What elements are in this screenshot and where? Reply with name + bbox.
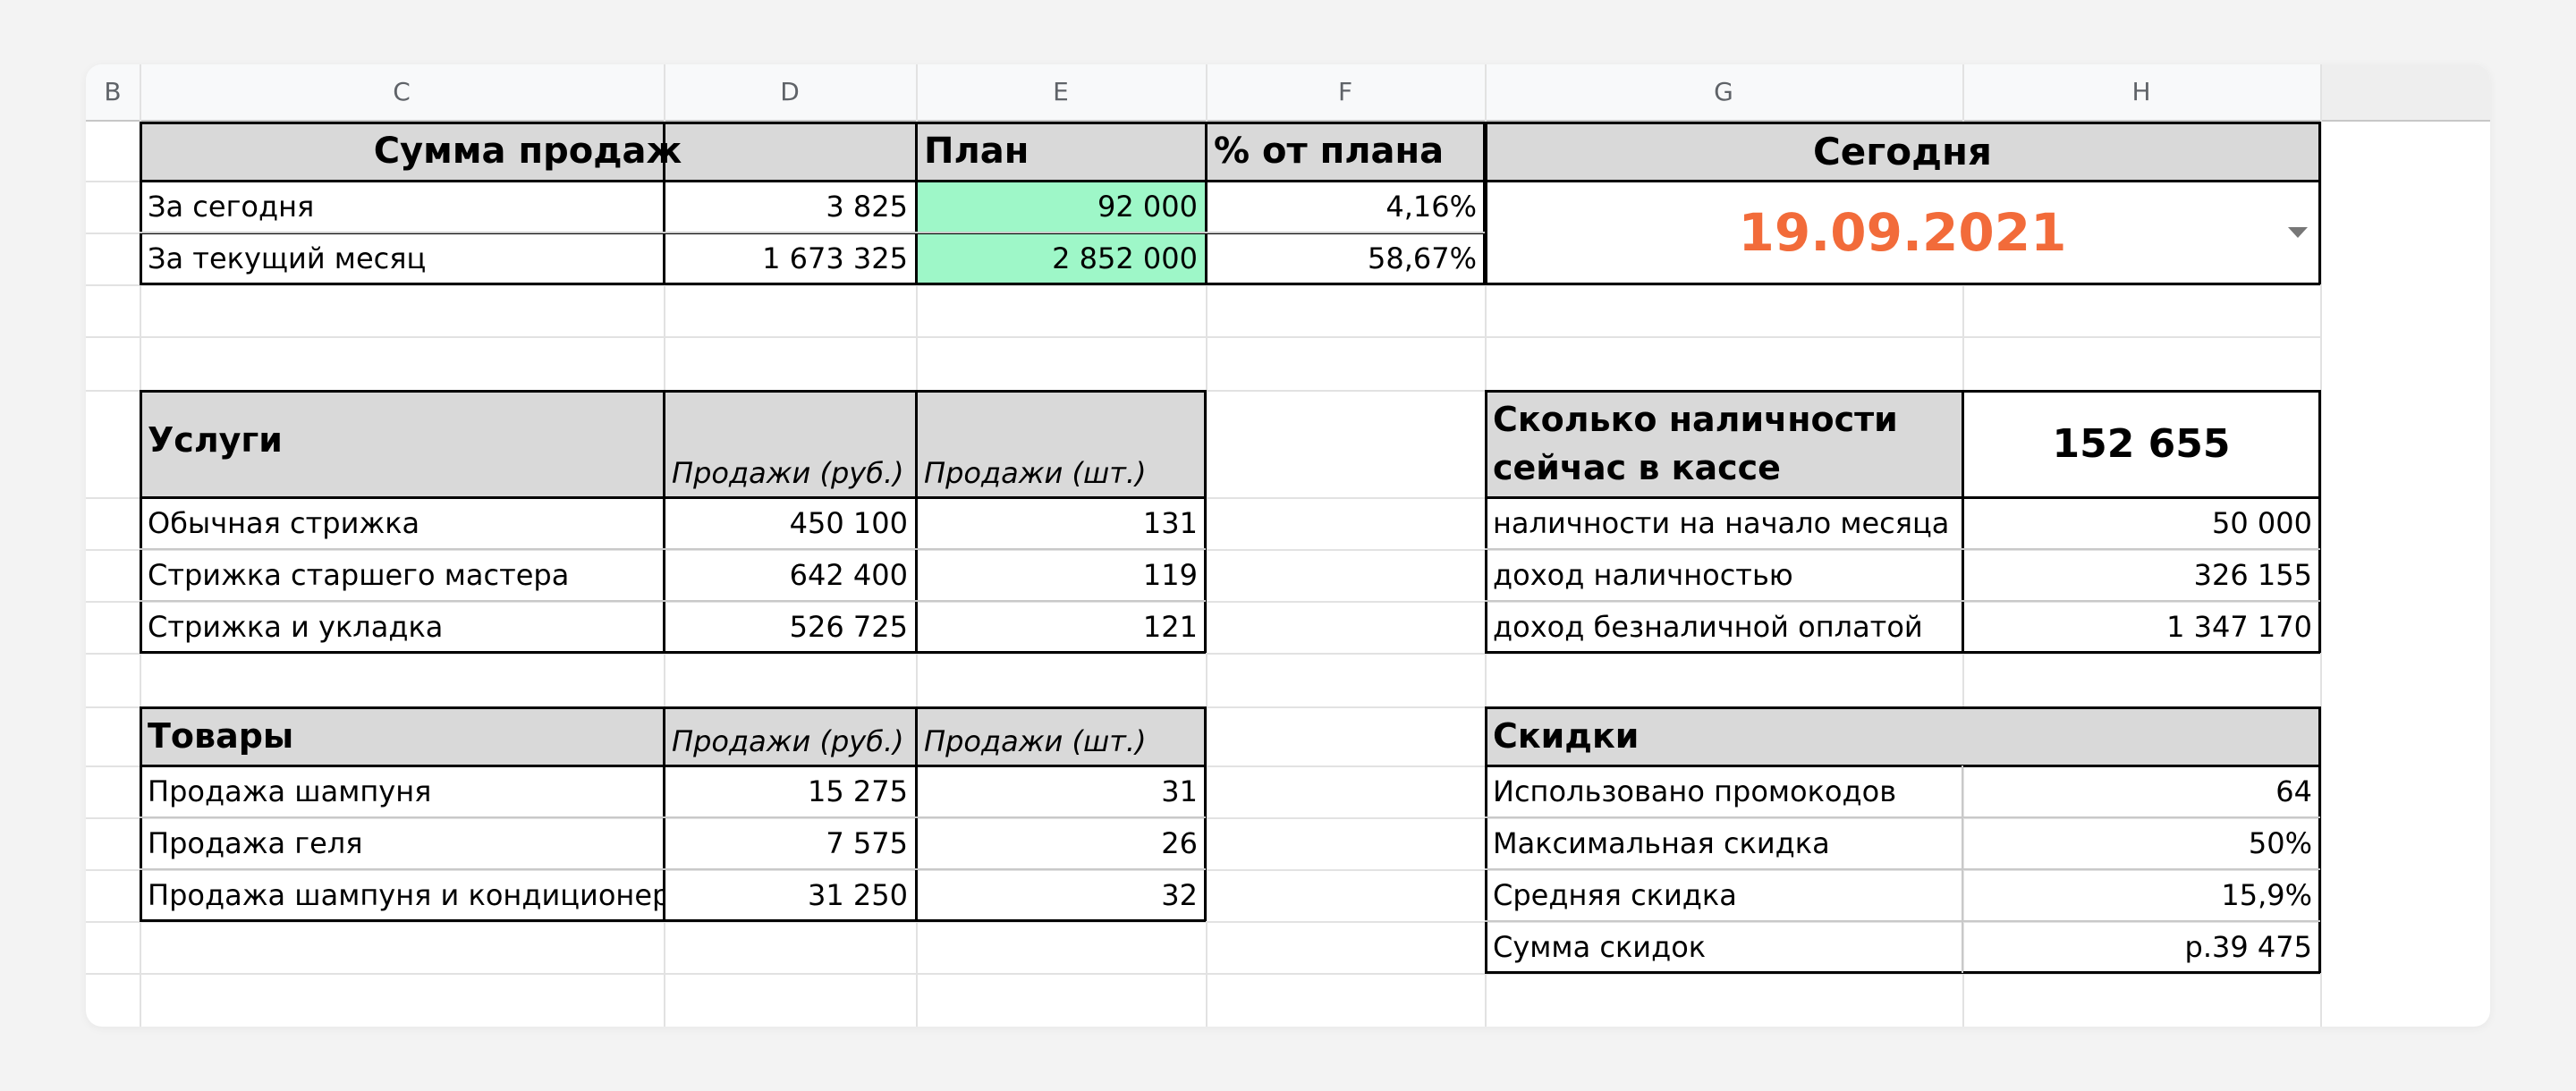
table-border-line [1485,868,2320,870]
table-border-line [2318,706,2321,973]
table-border-line [915,122,918,284]
table-border-line [1485,920,2320,922]
table-border-line [140,122,1485,124]
table-border-line [1485,390,1487,653]
table-border-line [1204,706,1207,921]
table-border-line [1962,765,1963,973]
table-border-line [915,390,918,653]
table-border-line [140,180,1485,182]
table-border-line [1485,180,2320,182]
table-border-line [1485,765,2320,767]
table-border-line [140,600,1206,602]
table-border-line [140,390,1206,393]
table-border-line [1485,122,1487,284]
table-border-line [1485,283,2320,285]
table-border-line [140,548,1206,550]
table-border-line [1485,651,2320,654]
table-border-line [140,706,1206,709]
table-border-line [140,122,142,284]
table-border-line [140,651,1206,654]
table-border-line [2318,390,2321,653]
table-border-line [1485,600,2320,602]
table-border-line [663,390,665,653]
table-border-line [1485,816,2320,818]
table-border-line [140,496,1206,499]
table-border-line [140,765,1206,767]
table-border-line [1485,706,2320,709]
table-border-line [140,816,1206,818]
table-border-line [1485,496,2320,499]
table-border-line [140,868,1206,870]
table-border-line [1962,390,1964,653]
table-border-line [1485,122,2320,124]
table-border-line [1205,122,1208,284]
table-border-line [140,706,142,921]
table-border-line [663,706,665,921]
table-borders [86,64,2490,1027]
table-border-line [140,283,1485,285]
table-border-line [2318,122,2321,284]
table-border-line [1204,390,1207,653]
table-border-line [1485,390,2320,393]
table-border-line [1485,971,2320,974]
table-border-line [140,232,1485,233]
table-border-line [915,706,918,921]
table-border-line [140,390,142,653]
table-border-line [1485,706,1487,973]
table-border-line [1485,548,2320,550]
table-border-line [663,122,665,284]
table-border-line [140,919,1206,922]
spreadsheet: B C D E F G H Сумма продаж План % от пла… [86,64,2490,1027]
